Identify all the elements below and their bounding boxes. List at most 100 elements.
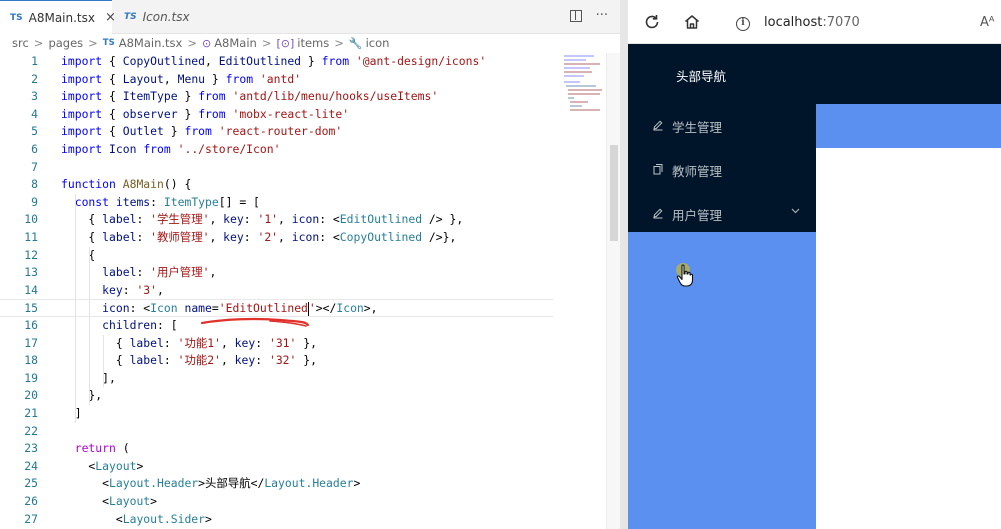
- breadcrumb-separator: >: [88, 36, 98, 50]
- code-token: :: [163, 353, 178, 368]
- code-token: }: [163, 124, 185, 139]
- code-line[interactable]: 13 label: '用户管理',: [0, 264, 606, 282]
- code-token: <: [61, 494, 110, 508]
- scrollbar-thumb[interactable]: [610, 145, 618, 241]
- site-info-icon[interactable]: i: [736, 17, 750, 31]
- typescript-icon: TS: [10, 12, 23, 23]
- code-line[interactable]: 18 { label: '功能2', key: '32' },: [0, 352, 606, 370]
- code-token: name: [184, 301, 212, 316]
- code-token: import: [61, 106, 103, 121]
- property-wrench-icon: 🔧: [348, 36, 363, 50]
- code-token: '学生管理': [150, 212, 210, 227]
- address-bar[interactable]: localhost:7070: [764, 15, 860, 30]
- code-token: from: [184, 124, 212, 139]
- url-port: :7070: [822, 15, 860, 30]
- code-line[interactable]: 1 import { CopyOutlined, EditOutlined } f…: [0, 53, 606, 71]
- code-text: { label: '功能1', key: '31' },: [61, 335, 317, 353]
- code-token: Layout.Header: [109, 476, 199, 491]
- code-token: children: [102, 318, 158, 332]
- read-aloud-icon[interactable]: Aᴬ: [980, 15, 995, 30]
- code-token: ,: [157, 282, 164, 297]
- code-line[interactable]: 26 <Layout>: [0, 493, 606, 511]
- code-line[interactable]: 25 <Layout.Header>头部导航</Layout.Header>: [0, 475, 606, 493]
- breadcrumb-item[interactable]: icon: [366, 36, 390, 50]
- code-text: <Layout.Header>头部导航</Layout.Header>: [61, 475, 360, 493]
- editor-scrollbar[interactable]: [606, 53, 620, 529]
- code-token: A8Main: [122, 177, 164, 192]
- split-editor-icon[interactable]: [569, 10, 582, 22]
- refresh-button[interactable]: [640, 10, 664, 34]
- code-line[interactable]: 23 return (: [0, 440, 606, 458]
- code-text: return (: [61, 440, 130, 458]
- code-token: {: [102, 89, 123, 104]
- code-token: >: [150, 494, 158, 508]
- line-number: 21: [24, 406, 38, 420]
- code-editor[interactable]: TS A8Main.tsx × TS Icon.tsx ··· src > pa…: [0, 0, 620, 529]
- minimap[interactable]: [562, 53, 606, 113]
- code-token: Icon: [150, 301, 178, 316]
- code-line[interactable]: 15 icon: <Icon name='EditOutlined'></Ico…: [0, 299, 553, 317]
- line-number: 7: [31, 159, 38, 174]
- code-line[interactable]: 11 { label: '教师管理', key: '2', icon: <Cop…: [0, 229, 606, 247]
- code-line[interactable]: 12 {: [0, 247, 606, 265]
- menu-item-students[interactable]: 学生管理: [628, 106, 816, 146]
- indent-guide: [103, 334, 104, 388]
- code-line[interactable]: 22: [0, 423, 606, 441]
- code-line[interactable]: 24 <Layout>: [0, 458, 606, 476]
- home-button[interactable]: [680, 10, 704, 34]
- code-line[interactable]: 21 ]: [0, 405, 606, 423]
- page-background: [628, 232, 816, 529]
- code-line[interactable]: 7: [0, 159, 606, 177]
- code-token: {: [102, 54, 123, 68]
- menu-item-teachers[interactable]: 教师管理: [628, 150, 816, 190]
- code-token: /> },: [422, 212, 464, 227]
- tab-icon-tsx[interactable]: TS Icon.tsx: [114, 0, 214, 34]
- menu-item-users[interactable]: 用户管理: [628, 194, 816, 234]
- code-line[interactable]: 8 function A8Main() {: [0, 176, 606, 194]
- code-line[interactable]: 20 },: [0, 387, 606, 405]
- code-text: },: [61, 387, 102, 405]
- code-token: >,: [363, 301, 378, 316]
- code-line[interactable]: 27 <Layout.Sider>: [0, 511, 606, 529]
- breadcrumb-item[interactable]: src: [12, 36, 29, 50]
- breadcrumb-item[interactable]: items: [297, 36, 329, 50]
- code-line[interactable]: 10 { label: '学生管理', key: '1', icon: <Edi…: [0, 211, 606, 229]
- code-line[interactable]: 3 import { ItemType } from 'antd/lib/menu…: [0, 88, 606, 106]
- code-line[interactable]: 6 import Icon from '../store/Icon': [0, 141, 606, 159]
- breadcrumb-separator: >: [261, 36, 272, 50]
- code-line[interactable]: 2 import { Layout, Menu } from 'antd': [0, 71, 606, 89]
- editor-tab-bar: TS A8Main.tsx × TS Icon.tsx ···: [0, 0, 620, 34]
- more-actions-icon[interactable]: ···: [596, 8, 608, 23]
- line-number: 16: [24, 318, 38, 332]
- code-token: }: [205, 71, 226, 86]
- line-number: 14: [24, 282, 38, 297]
- code-line[interactable]: 9 const items: ItemType[] = [: [0, 194, 606, 212]
- code-token: :: [255, 335, 269, 350]
- breadcrumb-item[interactable]: pages: [48, 36, 83, 50]
- code-token: {: [61, 335, 130, 350]
- chevron-down-icon[interactable]: [791, 206, 800, 218]
- code-line[interactable]: 5 import { Outlet } from 'react-router-do…: [0, 123, 606, 141]
- code-line[interactable]: 19 ],: [0, 370, 606, 388]
- code-text: function A8Main() {: [61, 176, 191, 194]
- line-number: 23: [24, 441, 38, 456]
- code-area[interactable]: 1 import { CopyOutlined, EditOutlined } f…: [0, 53, 606, 529]
- line-number: 19: [24, 370, 38, 385]
- line-number: 25: [24, 476, 38, 491]
- code-line[interactable]: 14 key: '3',: [0, 282, 606, 300]
- code-token: :: [255, 353, 269, 368]
- tab-label: Icon.tsx: [142, 10, 190, 24]
- breadcrumb-item[interactable]: A8Main: [214, 36, 257, 50]
- code-line[interactable]: 4 import { observer } from 'mobx-react-li…: [0, 106, 606, 124]
- breadcrumb-item[interactable]: A8Main.tsx: [119, 36, 183, 50]
- code-line[interactable]: 17 { label: '功能1', key: '31' },: [0, 335, 606, 353]
- code-token: '../store/Icon': [177, 142, 281, 156]
- tab-a8main[interactable]: TS A8Main.tsx ×: [0, 0, 116, 34]
- code-token: >: [205, 511, 212, 526]
- code-token: ,: [209, 230, 224, 244]
